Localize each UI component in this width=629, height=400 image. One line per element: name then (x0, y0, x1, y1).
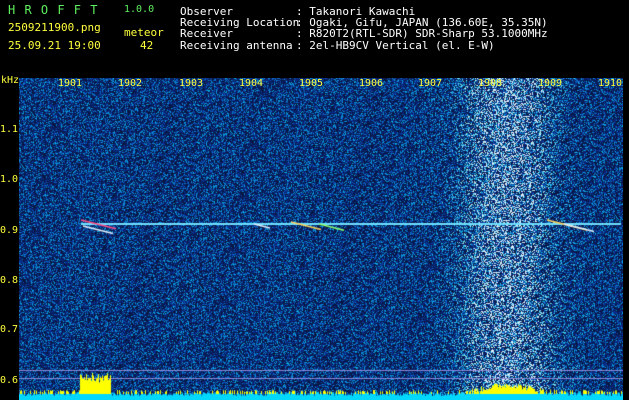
file-name: 2509211900.png (8, 21, 101, 34)
y-tick-label: 1.1 (0, 124, 19, 135)
x-tick-label: 1910 (598, 78, 623, 89)
y-tick-label: 0.6 (0, 375, 19, 386)
y-tick-label: 1.0 (0, 174, 19, 185)
x-tick-label: 1907 (418, 78, 443, 89)
app-version: 1.0.0 (124, 4, 155, 15)
y-tick-label: 0.7 (0, 324, 19, 335)
x-tick-label: 1906 (359, 78, 384, 89)
x-tick-label: 1901 (58, 78, 83, 89)
meteor-label: meteor (124, 26, 164, 39)
antenna-value: : 2el-HB9CV Vertical (el. E-W) (296, 39, 495, 52)
x-tick-label: 1905 (299, 78, 324, 89)
x-tick-label: 1908 (478, 78, 503, 89)
y-tick-label: 0.9 (0, 225, 19, 236)
meteor-count: 42 (140, 39, 154, 52)
y-axis-unit: kHz (1, 75, 20, 86)
spectrogram-canvas (19, 78, 623, 400)
antenna-label: Receiving antenna (180, 39, 293, 52)
app-name: H R O F F T (8, 3, 99, 17)
x-tick-label: 1903 (179, 78, 204, 89)
x-tick-label: 1904 (239, 78, 264, 89)
y-tick-label: 0.8 (0, 275, 19, 286)
date-time: 25.09.21 19:00 (8, 39, 101, 52)
header-panel: H R O F F T 1.0.0 2509211900.png 25.09.2… (0, 0, 629, 68)
x-tick-label: 1902 (118, 78, 143, 89)
x-tick-label: 1909 (538, 78, 563, 89)
